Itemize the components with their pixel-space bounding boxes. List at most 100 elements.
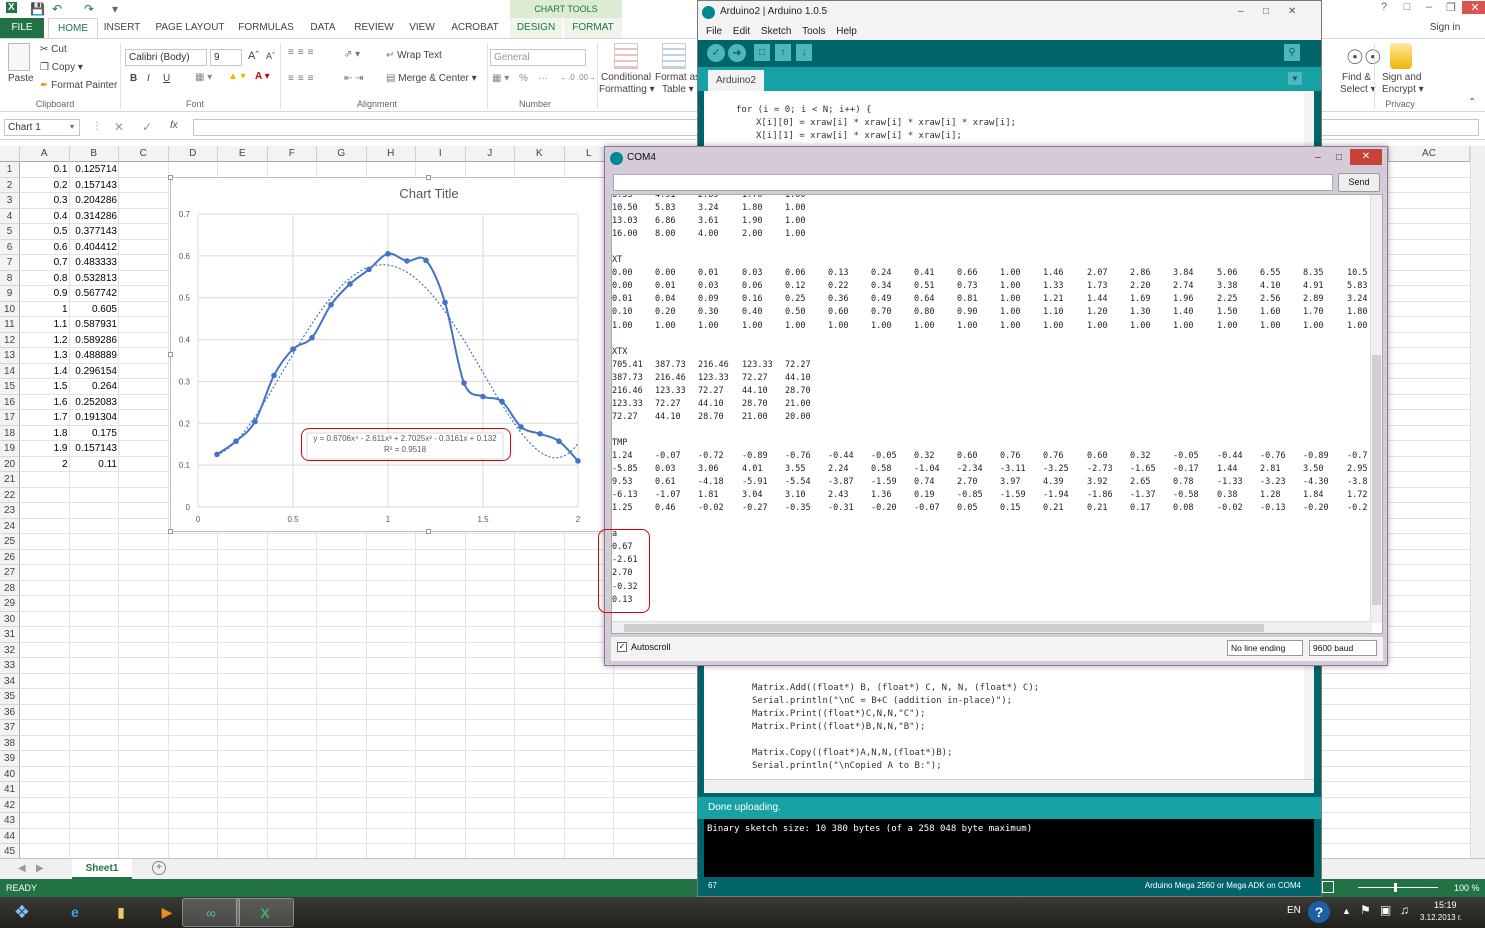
arduino-minimize-icon[interactable]: – bbox=[1238, 1, 1244, 23]
serial-minimize-icon[interactable]: – bbox=[1308, 150, 1328, 165]
row-header-11[interactable]: 11 bbox=[0, 317, 20, 333]
row-header-26[interactable]: 26 bbox=[0, 549, 20, 565]
code-line[interactable]: Serial.println("\nCopied A to B:"); bbox=[752, 761, 942, 771]
sheet-tab-sheet1[interactable]: Sheet1 bbox=[72, 859, 132, 879]
code-line[interactable]: Matrix.Copy((float*)A,N,N,(float*)B); bbox=[752, 748, 952, 758]
paste-button[interactable]: Paste bbox=[8, 73, 34, 84]
data-point[interactable] bbox=[214, 451, 220, 458]
save-sketch-icon[interactable]: ↓ bbox=[796, 44, 812, 61]
row-header-32[interactable]: 32 bbox=[0, 642, 20, 658]
sign-encrypt-label2[interactable]: Encrypt ▾ bbox=[1382, 84, 1424, 95]
row-header-25[interactable]: 25 bbox=[0, 534, 20, 550]
cell-a10[interactable]: 1 bbox=[20, 302, 70, 318]
serial-vscrollbar[interactable] bbox=[1370, 195, 1382, 623]
format-as-table-icon[interactable] bbox=[662, 43, 686, 69]
data-point[interactable] bbox=[461, 380, 467, 386]
line-ending-select[interactable]: No line ending bbox=[1227, 640, 1303, 656]
code-line[interactable]: Serial.println("\nC = B+C (addition in-p… bbox=[752, 696, 1012, 706]
data-point[interactable] bbox=[480, 393, 486, 400]
cell-a17[interactable]: 1.7 bbox=[20, 410, 70, 426]
percent-button[interactable]: % bbox=[519, 73, 528, 84]
row-header-2[interactable]: 2 bbox=[0, 177, 20, 193]
conditional-formatting-label1[interactable]: Conditional bbox=[601, 72, 651, 83]
data-point[interactable] bbox=[556, 438, 562, 445]
data-point[interactable] bbox=[499, 398, 505, 405]
cell-b20[interactable]: 0.11 bbox=[70, 457, 120, 473]
cell-a7[interactable]: 0.7 bbox=[20, 255, 70, 271]
cell-a1[interactable]: 0.1 bbox=[20, 162, 70, 178]
cell-b4[interactable]: 0.314286 bbox=[70, 209, 120, 225]
arduino-maximize-icon[interactable]: □ bbox=[1263, 1, 1269, 23]
column-header-g[interactable]: G bbox=[317, 146, 367, 162]
column-header-d[interactable]: D bbox=[168, 146, 218, 162]
column-header-ac[interactable]: AC bbox=[1388, 146, 1470, 162]
clock-date[interactable]: 3.12.2013 г. bbox=[1420, 913, 1462, 922]
row-header-43[interactable]: 43 bbox=[0, 813, 20, 829]
sign-encrypt-icon[interactable] bbox=[1390, 43, 1412, 69]
row-header-15[interactable]: 15 bbox=[0, 379, 20, 395]
cell-a19[interactable]: 1.9 bbox=[20, 441, 70, 457]
tab-formulas[interactable]: FORMULAS bbox=[236, 18, 296, 38]
zoom-slider[interactable] bbox=[1358, 887, 1438, 888]
paste-icon[interactable] bbox=[8, 43, 30, 71]
row-header-8[interactable]: 8 bbox=[0, 270, 20, 286]
cell-a11[interactable]: 1.1 bbox=[20, 317, 70, 333]
wrap-text-button[interactable]: ↵ Wrap Text bbox=[386, 50, 442, 61]
menu-edit[interactable]: Edit bbox=[733, 26, 750, 37]
cell-a4[interactable]: 0.4 bbox=[20, 209, 70, 225]
collapse-ribbon-icon[interactable]: ⌃ bbox=[1468, 97, 1476, 108]
chart-resize-handle[interactable] bbox=[168, 529, 173, 534]
minimize-icon[interactable]: – bbox=[1419, 1, 1439, 13]
italic-button[interactable]: I bbox=[147, 73, 150, 84]
serial-vscroll-thumb[interactable] bbox=[1372, 355, 1381, 605]
excel-taskbar-icon[interactable]: X bbox=[236, 898, 294, 927]
help-icon[interactable]: ? bbox=[1374, 1, 1394, 13]
zoom-level[interactable]: 100 % bbox=[1454, 879, 1480, 897]
sketch-tab[interactable]: Arduino2 bbox=[708, 70, 764, 91]
code-line[interactable]: for (i = 0; i < N; i++) { bbox=[736, 105, 871, 115]
normal-view-icon[interactable] bbox=[1322, 881, 1334, 893]
chart-resize-handle[interactable] bbox=[426, 175, 431, 180]
cell-a18[interactable]: 1.8 bbox=[20, 426, 70, 442]
row-header-36[interactable]: 36 bbox=[0, 704, 20, 720]
name-box[interactable]: Chart 1 bbox=[4, 119, 80, 136]
cell-b9[interactable]: 0.567742 bbox=[70, 286, 120, 302]
find-select-label1[interactable]: Find & bbox=[1342, 72, 1371, 83]
menu-help[interactable]: Help bbox=[836, 26, 857, 37]
menu-file[interactable]: File bbox=[706, 26, 722, 37]
tab-acrobat[interactable]: ACROBAT bbox=[446, 18, 504, 38]
editor-hscrollbar[interactable] bbox=[704, 779, 1314, 793]
cell-a5[interactable]: 0.5 bbox=[20, 224, 70, 240]
data-point[interactable] bbox=[442, 299, 448, 306]
row-header-7[interactable]: 7 bbox=[0, 255, 20, 271]
data-point[interactable] bbox=[347, 281, 353, 287]
font-name-select[interactable]: Calibri (Body) bbox=[125, 49, 207, 66]
cell-b7[interactable]: 0.483333 bbox=[70, 255, 120, 271]
row-header-3[interactable]: 3 bbox=[0, 193, 20, 209]
serial-hscroll-thumb[interactable] bbox=[624, 624, 1264, 632]
binoculars-icon[interactable]: ☉☉ bbox=[1346, 45, 1382, 70]
ribbon-display-icon[interactable]: □ bbox=[1397, 1, 1417, 13]
row-header-12[interactable]: 12 bbox=[0, 332, 20, 348]
row-header-24[interactable]: 24 bbox=[0, 518, 20, 534]
new-sheet-icon[interactable]: + bbox=[152, 861, 166, 875]
arduino-taskbar-icon[interactable]: ∞ bbox=[182, 898, 240, 927]
help-tray-icon[interactable]: ? bbox=[1308, 901, 1330, 923]
indent-icons[interactable]: ⇤ ⇥ bbox=[344, 73, 364, 84]
cell-a13[interactable]: 1.3 bbox=[20, 348, 70, 364]
cell-a3[interactable]: 0.3 bbox=[20, 193, 70, 209]
serial-maximize-icon[interactable]: □ bbox=[1329, 150, 1349, 165]
cell-b15[interactable]: 0.264 bbox=[70, 379, 120, 395]
row-header-10[interactable]: 10 bbox=[0, 301, 20, 317]
serial-send-input[interactable] bbox=[613, 174, 1333, 191]
row-header-1[interactable]: 1 bbox=[0, 162, 20, 178]
row-header-39[interactable]: 39 bbox=[0, 751, 20, 767]
row-header-23[interactable]: 23 bbox=[0, 503, 20, 519]
row-header-16[interactable]: 16 bbox=[0, 394, 20, 410]
column-header-a[interactable]: A bbox=[20, 146, 70, 162]
close-icon[interactable]: ✕ bbox=[1462, 1, 1485, 14]
cell-a16[interactable]: 1.6 bbox=[20, 395, 70, 411]
cell-a20[interactable]: 2 bbox=[20, 457, 70, 473]
new-sketch-icon[interactable]: □ bbox=[754, 44, 770, 61]
cell-b17[interactable]: 0.191304 bbox=[70, 410, 120, 426]
